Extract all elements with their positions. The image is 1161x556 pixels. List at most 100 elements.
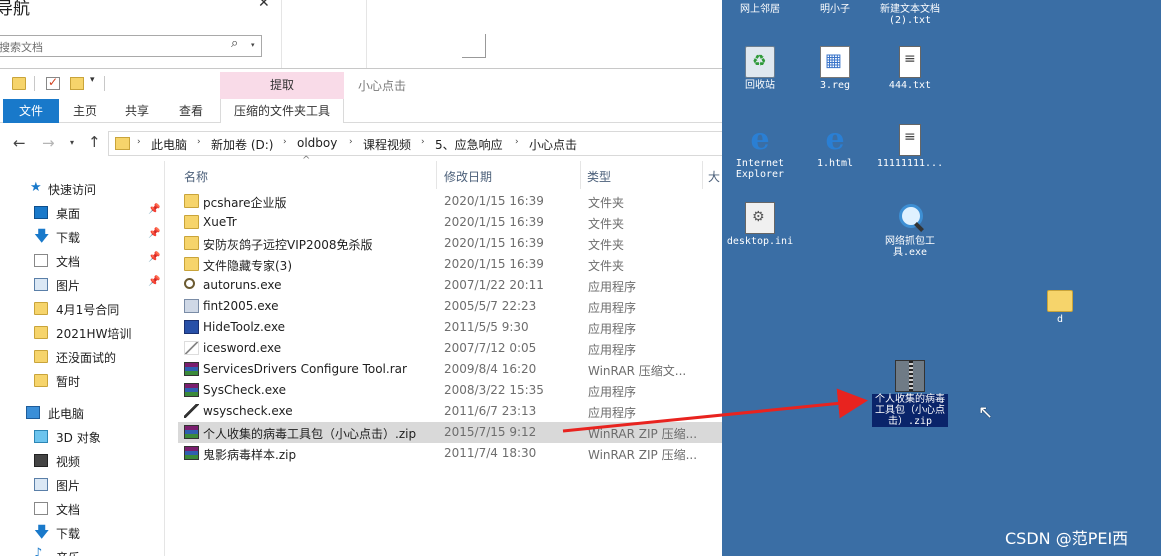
desktop-icon-item[interactable]: 网络抓包工具.exe: [872, 202, 948, 258]
file-row[interactable]: fint2005.exe 2005/5/7 22:23 应用程序: [178, 296, 722, 317]
column-header-type[interactable]: 类型: [587, 168, 611, 185]
recent-locations-icon[interactable]: ▾: [70, 138, 74, 147]
file-row[interactable]: icesword.exe 2007/7/12 0:05 应用程序: [178, 338, 722, 359]
breadcrumb-item[interactable]: 课程视频: [363, 136, 411, 153]
breadcrumb-item[interactable]: 新加卷 (D:): [211, 136, 273, 153]
file-row[interactable]: XueTr 2020/1/15 16:39 文件夹: [178, 212, 722, 233]
forward-arrow-icon[interactable]: →: [42, 134, 55, 152]
column-divider[interactable]: [702, 161, 703, 189]
file-name: ServicesDrivers Configure Tool.rar: [203, 362, 407, 376]
address-bar[interactable]: › 此电脑 › 新加卷 (D:) › oldboy › 课程视频 › 5、应急响…: [108, 131, 728, 156]
nav-item-folder[interactable]: 暂时: [0, 369, 165, 393]
nav-item-folder[interactable]: 还没面试的: [0, 345, 165, 369]
file-name: 文件隐藏专家(3): [203, 259, 292, 273]
column-header-date[interactable]: 修改日期: [444, 168, 492, 185]
nav-item-label: 桌面: [56, 207, 81, 221]
search-icon[interactable]: ⌕: [231, 36, 238, 51]
chevron-right-icon[interactable]: ›: [283, 137, 287, 147]
file-row[interactable]: 安防灰鸽子远控VIP2008免杀版 2020/1/15 16:39 文件夹: [178, 233, 722, 254]
file-row[interactable]: ServicesDrivers Configure Tool.rar 2009/8…: [178, 359, 722, 380]
chevron-right-icon[interactable]: ›: [349, 137, 353, 147]
nav-item-this-pc[interactable]: 此电脑: [0, 401, 165, 425]
nav-item-label: 图片: [56, 279, 81, 293]
tab-compressed-folder-tools[interactable]: 压缩的文件夹工具: [220, 99, 344, 123]
properties-icon[interactable]: [46, 75, 60, 90]
chevron-right-icon[interactable]: ›: [515, 137, 519, 147]
chevron-right-icon[interactable]: ›: [137, 137, 141, 147]
chevron-down-icon[interactable]: ▾: [251, 41, 255, 49]
download-icon: 🡇: [34, 227, 50, 245]
desktop-icon-item[interactable]: 明小子: [797, 2, 873, 15]
quick-access-toolbar: ▾ 提取 小心点击: [0, 69, 722, 99]
column-divider[interactable]: [436, 161, 437, 189]
archive-icon: [184, 425, 199, 439]
nav-item-folder[interactable]: 2021HW培训: [0, 321, 165, 345]
close-icon[interactable]: ✕: [258, 0, 270, 11]
desktop-icon-item[interactable]: e 1.html: [797, 124, 873, 170]
nav-item-pictures[interactable]: 图片 📌: [0, 273, 165, 297]
nav-item-downloads[interactable]: 🡇 下载: [0, 521, 165, 545]
file-row[interactable]: SysCheck.exe 2008/3/22 15:35 应用程序: [178, 380, 722, 401]
collapse-icon[interactable]: ⌃: [238, 0, 250, 10]
file-type: 应用程序: [588, 343, 637, 357]
pin-icon[interactable]: 📌: [148, 252, 160, 263]
pin-icon[interactable]: 📌: [148, 228, 160, 239]
navigation-bar: ← → ▾ ↑ › 此电脑 › 新加卷 (D:) › oldboy › 课程视频…: [0, 129, 728, 159]
nav-item-3d-objects[interactable]: 3D 对象: [0, 425, 165, 449]
search-input[interactable]: 搜索文档 ⌕ ▾: [0, 35, 262, 57]
column-header-name[interactable]: 名称: [184, 168, 208, 185]
tab-file[interactable]: 文件: [3, 99, 59, 123]
nav-item-pictures[interactable]: 图片: [0, 473, 165, 497]
desktop-icon: [34, 206, 48, 219]
desktop-icon-item[interactable]: 网上邻居: [722, 2, 798, 15]
file-row[interactable]: 个人收集的病毒工具包（小心点击）.zip 2015/7/15 9:12 WinRAR…: [178, 422, 722, 443]
nav-item-music[interactable]: ♪ 音乐: [0, 545, 165, 556]
nav-item-folder[interactable]: 4月1号合同: [0, 297, 165, 321]
pin-icon[interactable]: 📌: [148, 276, 160, 287]
desktop-icon-item[interactable]: 回收站: [722, 46, 798, 91]
nav-item-desktop[interactable]: 桌面 📌: [0, 201, 165, 225]
extract-tab[interactable]: 提取: [220, 72, 344, 99]
desktop-icon-item[interactable]: 3.reg: [797, 46, 873, 91]
column-header-size[interactable]: 大: [708, 168, 720, 185]
breadcrumb-item[interactable]: 小心点击: [529, 136, 577, 153]
breadcrumb-item[interactable]: 此电脑: [151, 136, 187, 153]
file-row[interactable]: HideToolz.exe 2011/5/5 9:30 应用程序: [178, 317, 722, 338]
column-divider[interactable]: [580, 161, 581, 189]
nav-item-downloads[interactable]: 🡇 下载 📌: [0, 225, 165, 249]
breadcrumb-item[interactable]: oldboy: [297, 136, 337, 150]
tab-share[interactable]: 共享: [125, 99, 149, 123]
chevron-right-icon[interactable]: ›: [197, 137, 201, 147]
file-type: WinRAR ZIP 压缩...: [588, 448, 698, 462]
nav-item-quick-access[interactable]: ★ 快速访问: [0, 177, 165, 201]
nav-item-documents[interactable]: 文档: [0, 497, 165, 521]
back-arrow-icon[interactable]: ←: [13, 134, 26, 152]
tab-home[interactable]: 主页: [73, 99, 97, 123]
breadcrumb-item[interactable]: 5、应急响应: [435, 136, 503, 153]
chevron-right-icon[interactable]: ›: [421, 137, 425, 147]
file-row[interactable]: wsyscheck.exe 2011/6/7 23:13 应用程序: [178, 401, 722, 422]
desktop-icon-item[interactable]: 444.txt: [872, 46, 948, 91]
file-date: 2005/5/7 22:23: [444, 299, 537, 313]
file-row[interactable]: 鬼影病毒样本.zip 2011/7/4 18:30 WinRAR ZIP 压缩...: [178, 443, 722, 464]
desktop-icon-item[interactable]: 个人收集的病毒工具包（小心点击）.zip: [872, 360, 948, 427]
nav-item-videos[interactable]: 视频: [0, 449, 165, 473]
desktop-icon-item[interactable]: desktop.ini: [722, 202, 798, 247]
new-folder-icon[interactable]: [70, 77, 84, 90]
folder-icon[interactable]: [12, 77, 26, 90]
desktop-icon-label: d: [1056, 314, 1064, 325]
desktop-icon-item[interactable]: d: [1022, 284, 1098, 325]
file-row[interactable]: autoruns.exe 2007/1/22 20:11 应用程序: [178, 275, 722, 296]
tab-view[interactable]: 查看: [179, 99, 203, 123]
folder-icon: [184, 236, 199, 250]
chevron-down-icon[interactable]: ▾: [90, 75, 95, 85]
desktop-icon-item[interactable]: e Internet Explorer: [722, 124, 798, 181]
nav-item-documents[interactable]: 文档 📌: [0, 249, 165, 273]
up-arrow-icon[interactable]: ↑: [88, 133, 101, 151]
desktop-icon-item[interactable]: 新建文本文档 (2).txt: [872, 2, 948, 26]
file-row[interactable]: pcshare企业版 2020/1/15 16:39 文件夹: [178, 191, 722, 212]
desktop-icon-item[interactable]: 11111111...: [872, 124, 948, 169]
file-row[interactable]: 文件隐藏专家(3) 2020/1/15 16:39 文件夹: [178, 254, 722, 275]
file-list: ^ 名称 修改日期 类型 大 pcshare企业版 2020/1/15 16:39…: [166, 155, 722, 556]
pin-icon[interactable]: 📌: [148, 204, 160, 215]
